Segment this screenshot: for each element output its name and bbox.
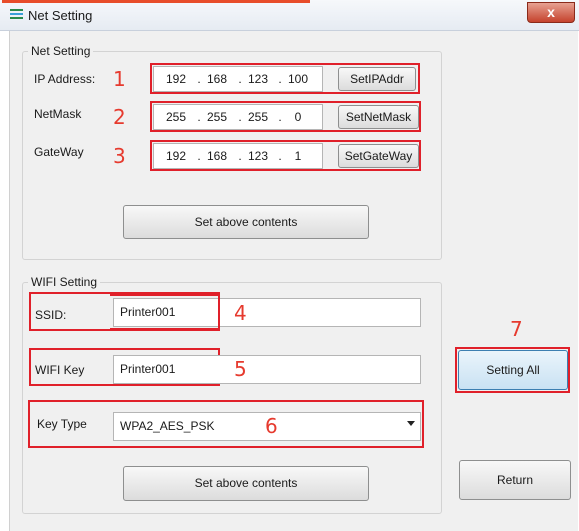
- annotation-marker-1: 1: [113, 67, 126, 91]
- close-button[interactable]: x: [527, 2, 575, 23]
- annotation-marker-2: 2: [113, 105, 126, 129]
- annotation-marker-4: 4: [234, 301, 247, 325]
- netmask-label: NetMask: [34, 107, 82, 121]
- ssid-label: SSID:: [35, 308, 67, 322]
- window-edge: [0, 0, 9, 531]
- window-title: Net Setting: [28, 8, 93, 23]
- annotation-box-6: [28, 400, 424, 448]
- annotation-marker-7: 7: [510, 317, 523, 341]
- annotation-box-7: [455, 347, 570, 393]
- annotation-marker-5: 5: [234, 357, 247, 381]
- annotation-marker-3: 3: [113, 144, 126, 168]
- wifi-key-label: WIFI Key: [35, 363, 85, 377]
- app-icon: [10, 9, 23, 20]
- net-setting-legend: Net Setting: [28, 44, 94, 58]
- wifi-key-input[interactable]: Printer001: [113, 355, 421, 384]
- ip-address-label: IP Address:: [34, 72, 96, 86]
- annotation-box-1: [150, 63, 420, 94]
- annotation-box-4-inner: [110, 294, 220, 330]
- set-wifi-contents-button[interactable]: Set above contents: [123, 466, 369, 501]
- gateway-label: GateWay: [34, 145, 84, 159]
- annotation-box-2: [150, 101, 421, 132]
- wifi-setting-legend: WIFI Setting: [28, 275, 101, 289]
- set-net-contents-button[interactable]: Set above contents: [123, 205, 369, 239]
- wifi-key-value: Printer001: [120, 362, 176, 376]
- return-button[interactable]: Return: [459, 460, 571, 500]
- title-highlight: [2, 0, 310, 3]
- annotation-box-3: [150, 140, 421, 171]
